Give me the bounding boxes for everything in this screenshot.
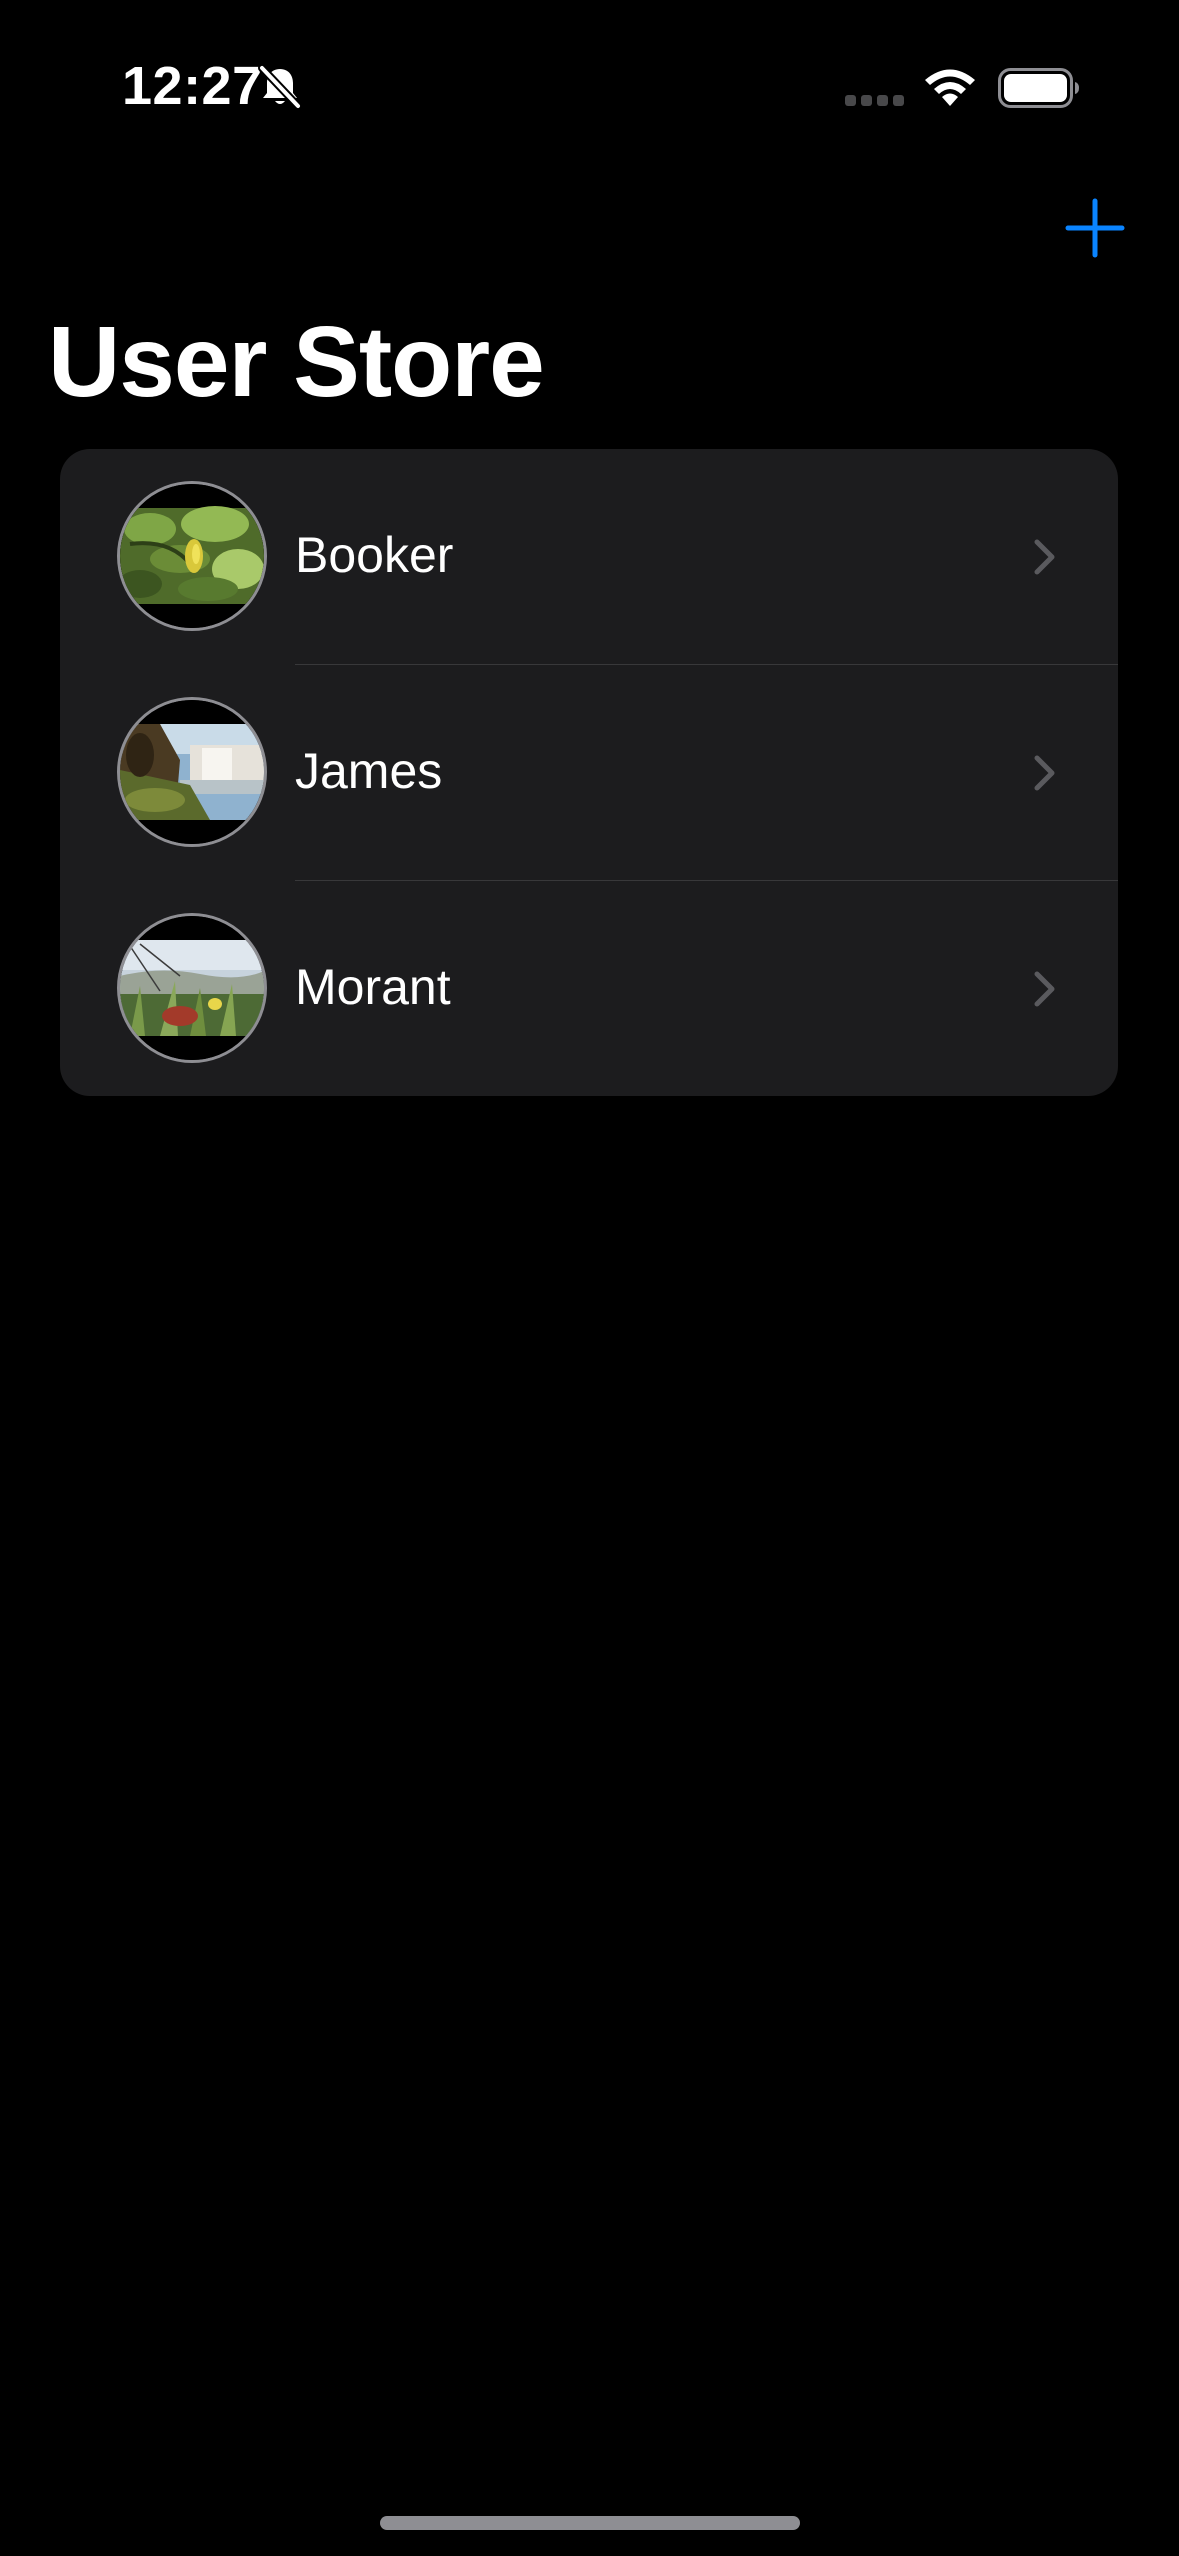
avatar <box>117 697 267 847</box>
page-title: User Store <box>48 306 545 418</box>
add-user-button[interactable] <box>1064 197 1126 259</box>
list-item[interactable]: Morant <box>60 881 1118 1096</box>
chevron-right-icon <box>1032 537 1058 577</box>
plus-icon <box>1065 198 1125 258</box>
user-name: Booker <box>295 527 454 583</box>
bell-slash-icon <box>255 62 305 112</box>
chevron-right-icon <box>1032 753 1058 793</box>
list-item[interactable]: James <box>60 665 1118 881</box>
chevron-right-icon <box>1032 969 1058 1009</box>
user-list: Booker James Morant <box>60 449 1118 1096</box>
list-item[interactable]: Booker <box>60 449 1118 665</box>
avatar <box>117 481 267 631</box>
status-time: 12:27 <box>122 56 263 116</box>
wifi-icon <box>922 66 978 110</box>
status-bar: 12:27 <box>0 0 1179 150</box>
user-name: James <box>295 743 443 799</box>
user-name: Morant <box>295 959 451 1015</box>
cellular-signal-icon <box>845 93 905 107</box>
avatar <box>117 913 267 1063</box>
home-indicator[interactable] <box>380 2516 800 2530</box>
battery-icon <box>998 68 1080 108</box>
